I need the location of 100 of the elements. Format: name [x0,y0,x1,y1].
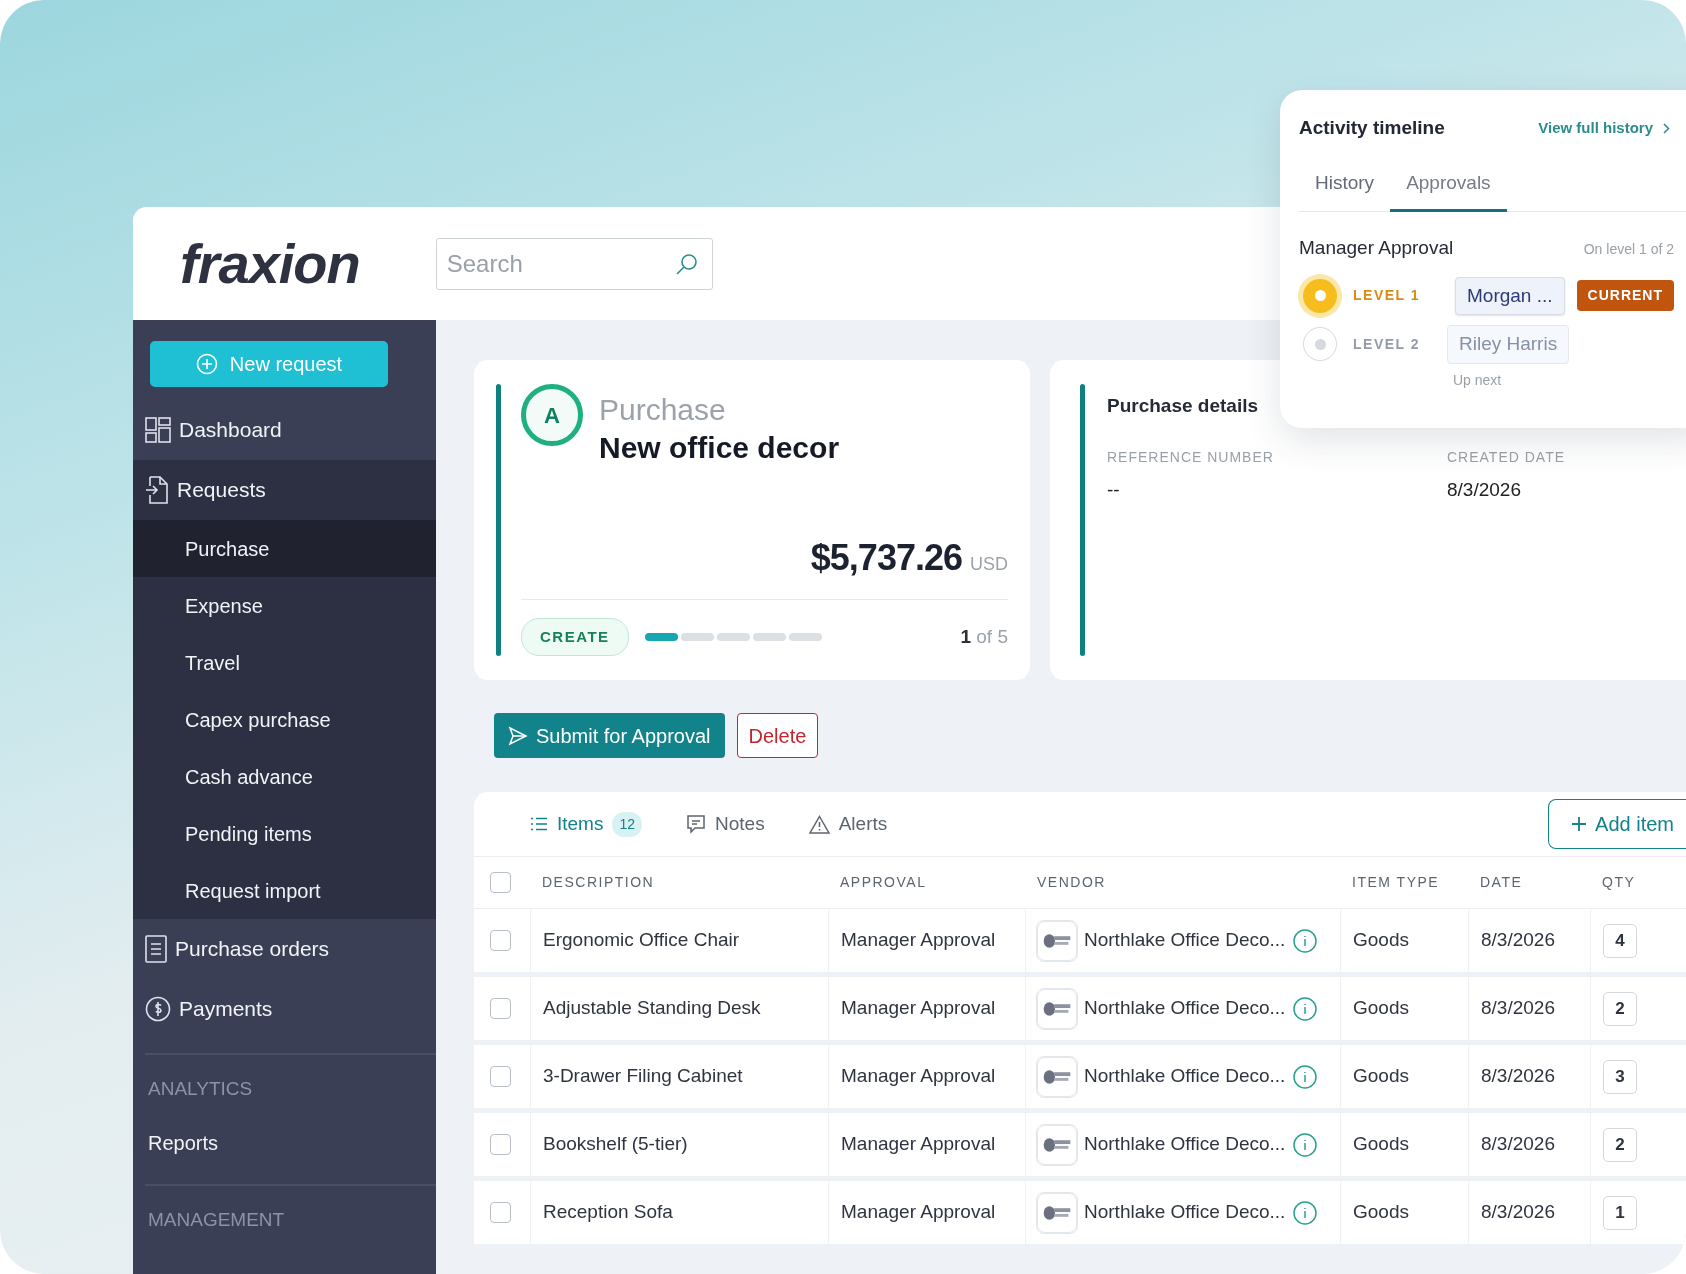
table-cell-text: Northlake Office Deco... [1084,1200,1286,1225]
table-cell-text: Ergonomic Office Chair [543,928,740,953]
info-icon [1293,1200,1318,1225]
vendor-logo-icon [1036,1055,1078,1098]
table-cell-text: 8/3/2026 [1481,1200,1555,1225]
count-badge: 12 [612,811,643,837]
row-checkbox[interactable] [490,930,511,951]
sidebar-item[interactable]: Purchase orders [133,919,436,979]
select-all-checkbox[interactable] [490,872,511,893]
table-cell-text: 8/3/2026 [1481,928,1555,953]
amount: $5,737.26 [810,535,962,580]
search-icon [674,251,699,276]
delete-button[interactable]: Delete [736,713,819,758]
stage-badge: CREATE [521,617,629,656]
vendor-logo-icon [1036,987,1078,1030]
sidebar-subitem[interactable]: Travel [133,634,436,691]
sidebar-subitem[interactable]: Request import [133,862,436,919]
sidebar-subitem[interactable]: Capex purchase [133,691,436,748]
row-checkbox[interactable] [490,1134,511,1155]
table-cell-text: Northlake Office Deco... [1084,1064,1286,1089]
quantity-value: 2 [1603,1127,1637,1162]
column-header: DATE [1480,874,1523,890]
info-icon [1293,928,1318,953]
warning-icon [808,814,830,834]
step-counter: 1 of 5 [960,624,1008,649]
sidebar-subitem[interactable]: Cash advance [133,748,436,805]
plus-icon [1571,816,1588,832]
table-cell-text: Northlake Office Deco... [1084,928,1286,953]
request-type: Purchase [599,392,727,428]
chat-bubble-icon [686,814,707,834]
table-cell-text: Northlake Office Deco... [1084,1132,1286,1157]
field-label: CREATED DATE [1447,447,1567,467]
quantity-value: 1 [1603,1195,1637,1230]
table-cell-text: Manager Approval [841,996,996,1021]
field-value: 8/3/2026 [1447,477,1522,502]
info-icon [1293,996,1318,1021]
paper-plane-icon [508,725,528,746]
approver-chip: Morgan ... [1455,276,1565,315]
column-header: VENDOR [1037,874,1106,890]
sidebar-subitem[interactable]: Purchase [133,520,436,577]
sidebar-item[interactable]: Payments [133,979,436,1039]
tab[interactable]: Alerts [808,809,888,839]
vendor-logo-icon [1036,1123,1078,1166]
row-checkbox[interactable] [490,1066,511,1087]
quantity-value: 3 [1603,1059,1637,1094]
tab[interactable]: History [1299,168,1391,212]
row-checkbox[interactable] [490,998,511,1019]
sidebar-item[interactable]: Requests [133,460,436,520]
sidebar-subitem[interactable]: Expense [133,577,436,634]
vendor-logo-icon [1036,919,1078,962]
table-cell-text: Adjustable Standing Desk [543,996,761,1021]
column-header: ITEM TYPE [1352,874,1440,890]
status-badge: CURRENT [1576,280,1674,312]
section-heading: MANAGEMENT [147,1208,286,1232]
column-header: DESCRIPTION [542,874,655,890]
view-history-link[interactable]: View full history [1538,117,1670,140]
table-cell-text: Manager Approval [841,1064,996,1089]
currency: USD [970,552,1008,576]
table-cell-text: Goods [1353,1132,1409,1157]
plus-circle-icon [195,353,218,375]
level-note: Up next [1453,370,1503,390]
column-header: APPROVAL [840,874,927,890]
vendor-logo-icon [1036,1191,1078,1234]
table-cell-text: Goods [1353,1064,1409,1089]
table-cell-text: 8/3/2026 [1481,996,1555,1021]
tab[interactable]: Approvals [1390,168,1507,212]
document-arrow-icon [145,476,169,504]
logo: fraxion [180,235,360,292]
table-cell-text: Reception Sofa [543,1200,673,1225]
table-cell-text: 8/3/2026 [1481,1064,1555,1089]
submit-button[interactable]: Submit for Approval [494,713,725,758]
quantity-value: 2 [1603,991,1637,1026]
tab[interactable]: Notes [686,809,765,839]
dashboard-icon [145,417,171,443]
document-icon [145,935,167,963]
table-cell-text: Manager Approval [841,1132,996,1157]
section-title: Manager Approval [1299,236,1454,260]
table-cell-text: Goods [1353,928,1409,953]
approver-chip: Riley Harris [1447,325,1570,364]
request-title: New office decor [599,430,840,466]
sidebar-item[interactable]: Reports [133,1115,436,1170]
table-cell-text: Manager Approval [841,928,996,953]
table-cell-text: Manager Approval [841,1200,996,1225]
row-checkbox[interactable] [490,1202,511,1223]
sidebar-subitem[interactable]: Pending items [133,805,436,862]
search-field[interactable]: Search [435,237,713,290]
level-label: LEVEL 1 [1353,286,1422,306]
table-cell-text: Goods [1353,996,1409,1021]
tab[interactable]: Items 12 [530,809,643,839]
sidebar-item[interactable]: Dashboard [133,400,436,460]
info-icon [1293,1064,1318,1089]
field-value: -- [1107,477,1121,502]
table-cell-text: 8/3/2026 [1481,1132,1555,1157]
table-cell-text: Goods [1353,1200,1409,1225]
table-cell-text: Bookshelf (5-tier) [543,1132,688,1157]
field-label: REFERENCE NUMBER [1107,447,1275,467]
add-item-button[interactable]: Add item [1548,799,1686,849]
info-icon [1293,1132,1318,1157]
quantity-value: 4 [1603,923,1637,958]
table-cell-text: Northlake Office Deco... [1084,996,1286,1021]
